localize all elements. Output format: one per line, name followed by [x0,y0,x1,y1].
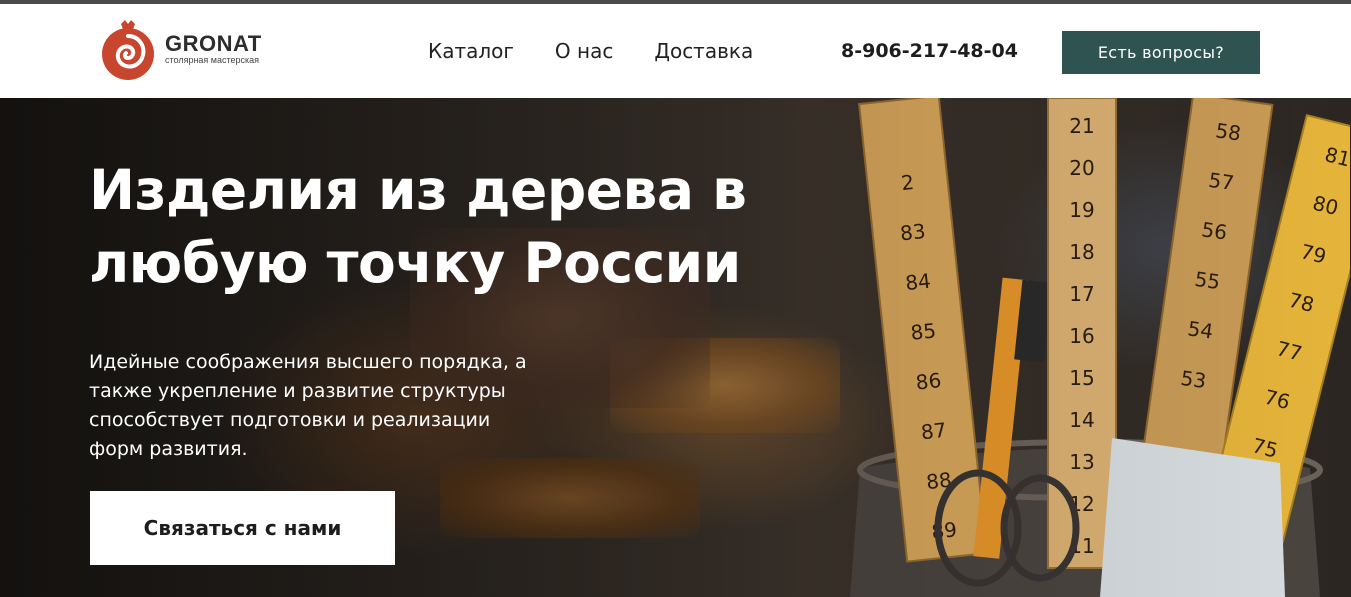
logo[interactable]: GRONAT столярная мастерская [99,18,262,80]
contact-us-button[interactable]: Связаться с нами [90,491,395,565]
hero-description: Идейные соображения высшего порядка, а т… [89,351,527,460]
nav-catalog[interactable]: Каталог [428,39,514,63]
phone-number[interactable]: 8-906-217-48-04 [841,39,1018,63]
site-header: GRONAT столярная мастерская Каталог О на… [0,4,1351,98]
nav-about[interactable]: О нас [555,39,613,63]
hero-title: Изделия из дерева в любую точку России [89,158,747,295]
main-nav: Каталог О нас Доставка [428,39,794,63]
brand-tagline: столярная мастерская [165,55,260,65]
nav-delivery[interactable]: Доставка [654,39,753,63]
pomegranate-logo-icon [102,20,154,80]
ask-questions-button[interactable]: Есть вопросы? [1062,31,1260,74]
brand-name: GRONAT [165,31,262,56]
hero-section: 283848586878889 2120191817161514131211 5… [0,98,1351,597]
